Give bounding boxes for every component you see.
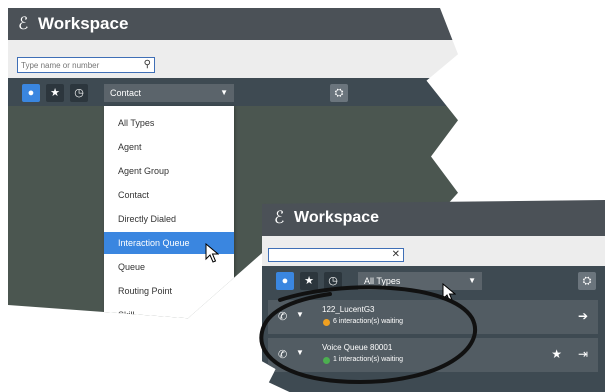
dropdown-option-skill[interactable]: Skill <box>104 304 234 318</box>
favorites-button[interactable]: ★ <box>46 84 64 102</box>
dropdown-option-routing-point[interactable]: Routing Point <box>104 280 234 302</box>
all-contacts-button[interactable]: ● <box>22 84 40 102</box>
dropdown-option-contact[interactable]: Contact <box>104 184 234 206</box>
filter-dropdown[interactable]: Contact ▼ <box>104 84 234 102</box>
workspace-logo-icon: ℰ <box>274 208 285 227</box>
agent-icon: ⛭ <box>334 87 344 99</box>
filter-dropdown-list: All Types Agent Agent Group Contact Directly… <box>104 106 234 319</box>
app-title: Workspace <box>38 14 129 33</box>
search-input[interactable]: ✕ <box>268 248 404 262</box>
agent-icon: ⛭ <box>582 275 592 287</box>
search-icon[interactable]: ⚲ <box>144 58 151 72</box>
title-bar: ℰ Workspace <box>262 200 605 236</box>
recent-button[interactable]: ◷ <box>70 84 88 102</box>
agent-status-button[interactable]: ⛭ <box>330 84 348 102</box>
favorite-star-icon[interactable]: ★ <box>551 347 562 361</box>
star-icon: ★ <box>50 87 60 99</box>
dropdown-option-agent-group[interactable]: Agent Group <box>104 160 234 182</box>
agent-status-button[interactable]: ⛭ <box>578 272 596 290</box>
title-bar: ℰ Workspace <box>8 8 458 40</box>
team-communicator-search[interactable]: ⚲ <box>17 57 155 73</box>
mouse-cursor-icon <box>205 243 219 263</box>
queue-icon[interactable]: ⇥ <box>578 347 588 361</box>
clear-icon[interactable]: ✕ <box>392 248 400 262</box>
filter-value: Contact <box>110 88 142 98</box>
dropdown-option-all-types[interactable]: All Types <box>104 112 234 134</box>
dropdown-option-agent[interactable]: Agent <box>104 136 234 158</box>
workspace-logo-icon: ℰ <box>18 14 29 33</box>
dropdown-option-directly-dialed[interactable]: Directly Dialed <box>104 208 234 230</box>
highlight-ellipse <box>259 285 478 385</box>
person-icon: ● <box>27 87 35 99</box>
clock-icon: ◷ <box>74 87 84 99</box>
chevron-down-icon: ▼ <box>220 88 228 97</box>
app-title: Workspace <box>294 209 380 226</box>
search-input[interactable] <box>18 58 142 72</box>
transfer-icon[interactable]: ➔ <box>578 309 588 323</box>
